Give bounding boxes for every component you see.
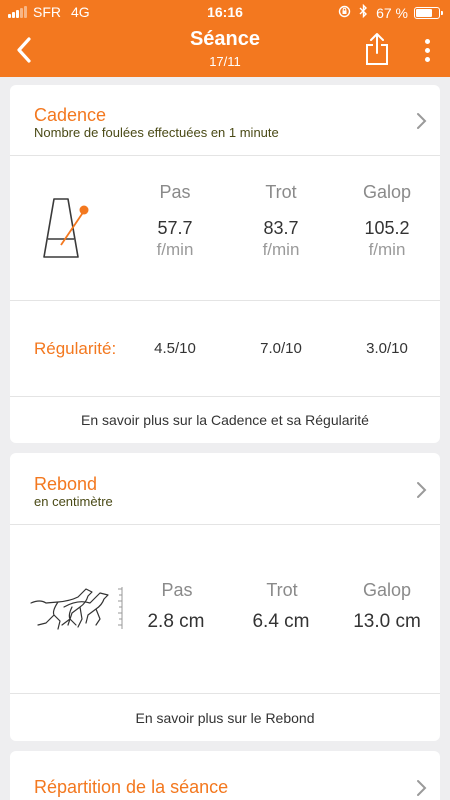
col-head-trot: Trot [265,182,297,202]
cadence-learn-more-link[interactable]: En savoir plus sur la Cadence et sa Régu… [10,412,440,428]
cadence-unit-trot: f/min [262,240,300,259]
more-vertical-icon[interactable] [414,32,440,68]
share-button[interactable] [360,28,394,70]
rebond-value-pas: 2.8 cm [147,611,205,632]
cadence-title: Cadence [34,105,107,125]
battery-percent: 67 % [376,4,408,21]
cadence-unit-galop: f/min [368,240,406,259]
divider [10,524,440,525]
col-head-galop: Galop [362,182,412,202]
cadence-header[interactable]: Cadence Nombre de foulées effectuées en … [10,85,440,155]
rebond-subtitle: en centimètre [34,494,113,509]
bluetooth-icon [359,3,368,21]
divider [10,155,440,156]
col-head-galop: Galop [362,580,412,600]
cadence-value-trot: 83.7 [263,218,299,238]
divider [10,693,440,694]
repartition-header[interactable]: Répartition de la séance [10,751,440,800]
regularity-label: Régularité: [34,339,117,358]
battery-icon [414,6,443,19]
metronome-icon [43,198,89,258]
rebond-value-trot: 6.4 cm [252,611,310,632]
divider [10,396,440,397]
cadence-value-galop: 105.2 [364,218,410,238]
regularity-value-galop: 3.0/10 [366,340,408,357]
lock-rotation-icon [338,5,351,21]
col-head-pas: Pas [159,182,191,202]
col-head-trot: Trot [266,580,298,600]
jumping-horse-icon [30,587,123,630]
repartition-title: Répartition de la séance [34,777,229,797]
rebond-learn-more-link[interactable]: En savoir plus sur le Rebond [10,710,440,726]
rebond-header[interactable]: Rebond en centimètre [10,453,440,524]
divider [10,300,440,301]
chevron-right-icon [417,780,427,796]
rebond-title: Rebond [34,474,98,494]
repartition-card: Répartition de la séance [10,751,440,800]
regularity-value-pas: 4.5/10 [154,340,196,357]
cadence-unit-pas: f/min [156,240,194,259]
status-right: 67 % [338,3,443,21]
cadence-value-pas: 57.7 [157,218,193,238]
chevron-right-icon [417,113,427,129]
rebond-card: Rebond en centimètre Pas Trot Galop 2.8 … [10,453,440,741]
status-bar: SFR 4G 16:16 67 % [0,0,450,24]
battery-fill [416,8,433,17]
col-head-pas: Pas [161,580,193,600]
regularity-value-trot: 7.0/10 [260,340,302,357]
nav-bar: Séance 17/11 [0,24,450,77]
cadence-card: Cadence Nombre de foulées effectuées en … [10,85,440,443]
chevron-right-icon [417,482,427,498]
share-icon [366,33,388,65]
rebond-value-galop: 13.0 cm [353,611,421,632]
cadence-subtitle: Nombre de foulées effectuées en 1 minute [34,125,279,140]
